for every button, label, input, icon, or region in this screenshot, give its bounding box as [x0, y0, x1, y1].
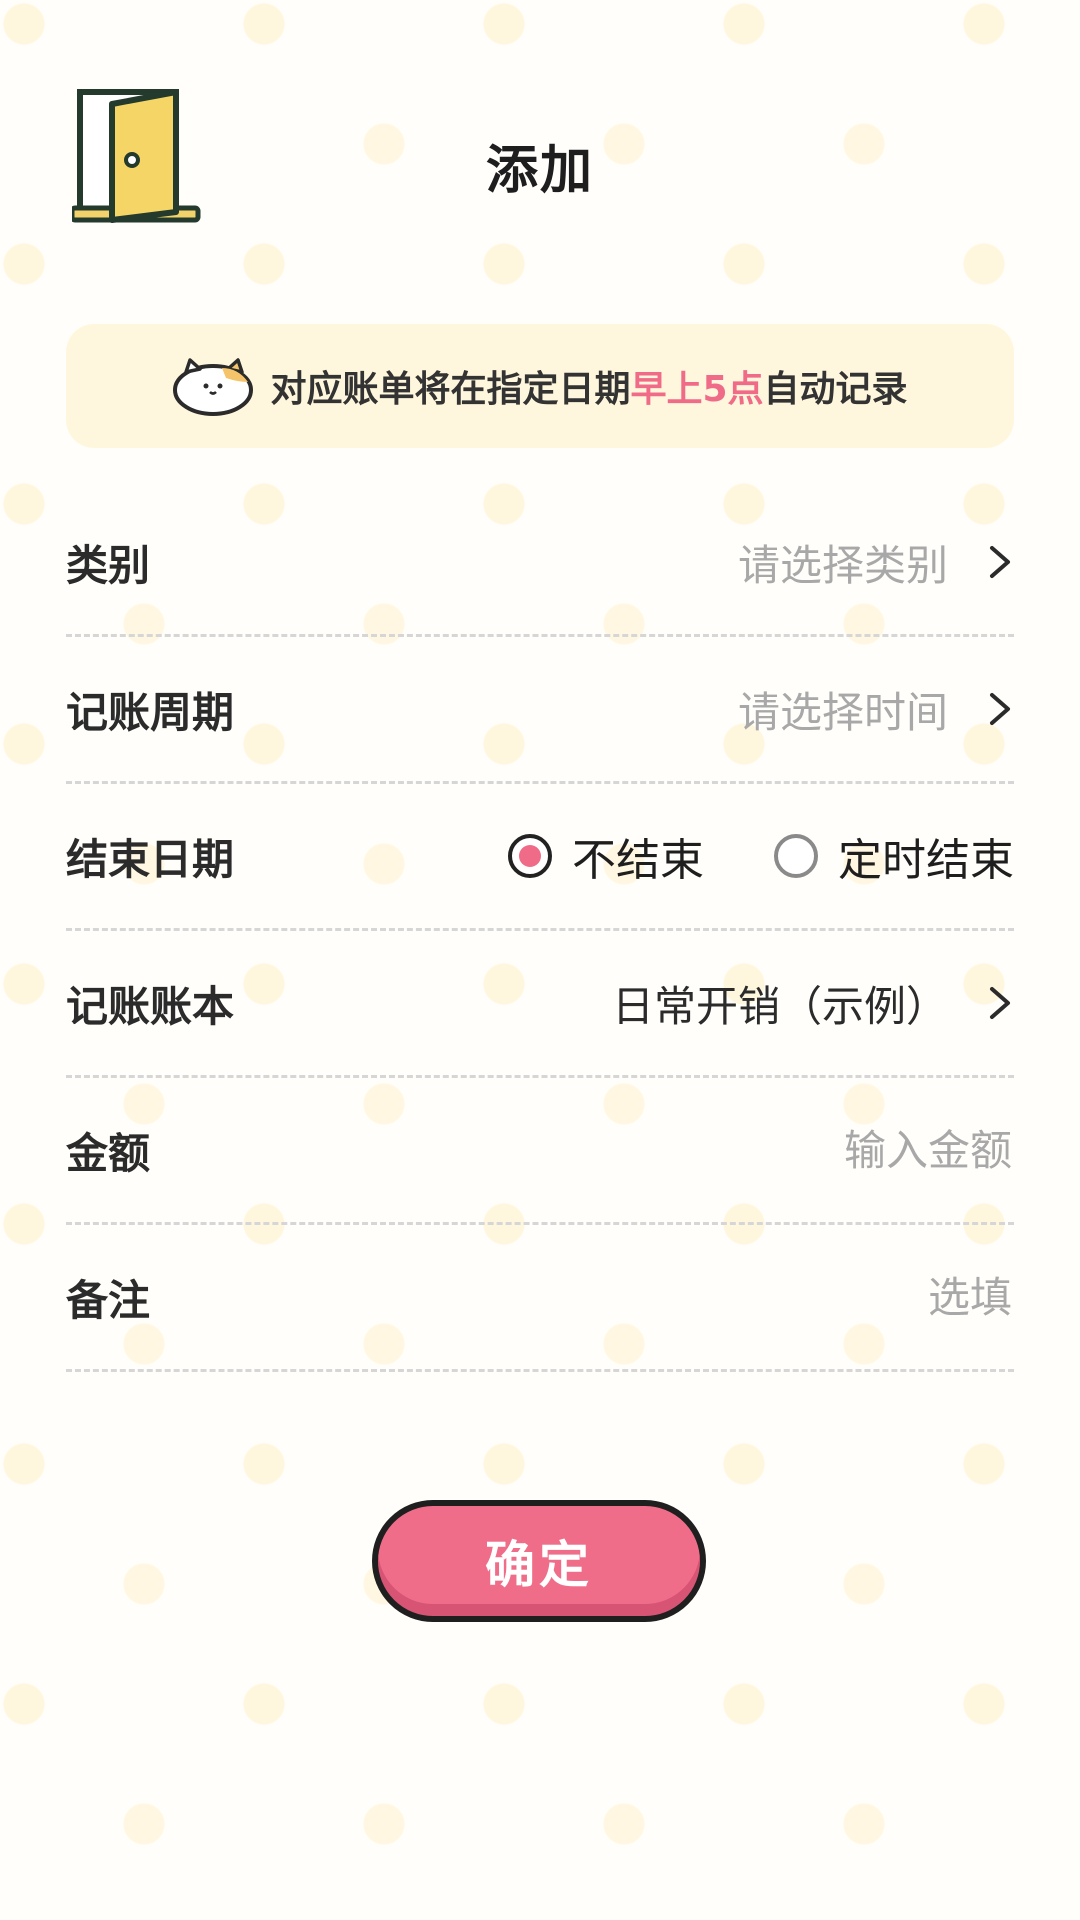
cycle-placeholder: 请选择时间 [737, 687, 948, 737]
book-value: 日常开销（示例） [611, 981, 948, 1031]
end-date-row: 结束日期 不结束 定时结束 [66, 784, 1014, 931]
add-form: 类别 请选择类别 记账周期 请选择时间 结束日期 不结束 定时结束 记账账本 日… [66, 490, 1014, 1372]
amount-row: 金额 [66, 1078, 1014, 1225]
amount-label: 金额 [66, 1128, 151, 1178]
amount-input[interactable] [590, 1124, 1014, 1176]
radio-never-end[interactable]: 不结束 [508, 824, 704, 888]
confirm-button[interactable]: 确定 [372, 1500, 706, 1622]
confirm-label: 确定 [485, 1536, 593, 1594]
category-placeholder: 请选择类别 [737, 540, 948, 590]
note-row: 备注 [66, 1225, 1014, 1372]
radio-timed-end[interactable]: 定时结束 [774, 824, 1014, 888]
radio-never-end-label: 不结束 [572, 835, 704, 886]
header: 添加 [0, 0, 1080, 300]
cat-face-icon [173, 358, 254, 416]
notice-banner: 对应账单将在指定日期早上5点自动记录 [66, 324, 1014, 448]
chevron-right-icon [990, 546, 1010, 578]
note-input[interactable] [590, 1271, 1014, 1323]
category-row[interactable]: 类别 请选择类别 [66, 490, 1014, 637]
end-date-radio-group: 不结束 定时结束 [508, 824, 1014, 888]
cycle-row[interactable]: 记账周期 请选择时间 [66, 637, 1014, 784]
note-label: 备注 [66, 1275, 151, 1325]
chevron-right-icon [990, 693, 1010, 725]
radio-checked-icon [508, 834, 552, 878]
chevron-right-icon [990, 987, 1010, 1019]
notice-text: 对应账单将在指定日期早上5点自动记录 [270, 360, 907, 412]
radio-timed-end-label: 定时结束 [838, 835, 1014, 886]
notice-highlight: 早上5点 [630, 369, 764, 410]
radio-unchecked-icon [774, 834, 818, 878]
book-row[interactable]: 记账账本 日常开销（示例） [66, 931, 1014, 1078]
book-label: 记账账本 [66, 981, 235, 1031]
cycle-label: 记账周期 [66, 687, 235, 737]
notice-text-before: 对应账单将在指定日期 [270, 369, 631, 410]
page-title: 添加 [485, 141, 594, 201]
category-label: 类别 [66, 540, 151, 590]
end-date-label: 结束日期 [66, 834, 235, 884]
notice-text-after: 自动记录 [763, 369, 908, 410]
